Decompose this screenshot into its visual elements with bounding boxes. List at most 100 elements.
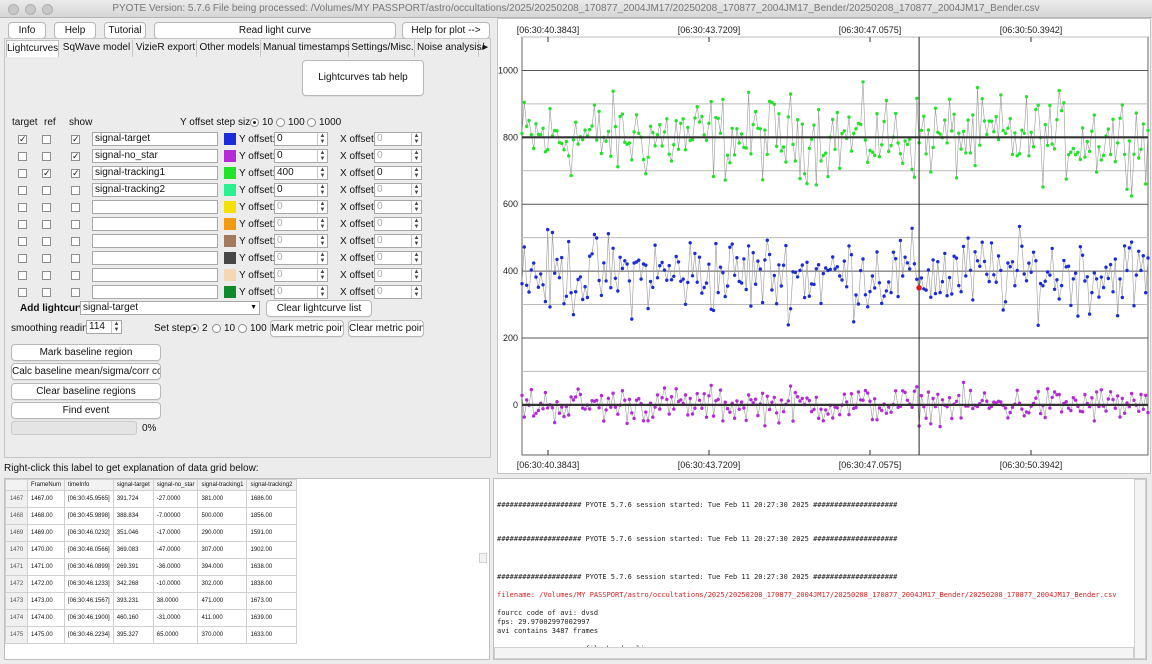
grid-cell[interactable]: -36.0000 — [152, 558, 199, 576]
ref-checkbox[interactable] — [42, 135, 51, 144]
y-offset-stepper[interactable]: 400 ▲ ▼ — [274, 166, 328, 180]
stepper-arrows-icon[interactable]: ▲ ▼ — [411, 150, 421, 162]
grid-cell[interactable]: 1468.00 — [26, 507, 66, 525]
grid-cell[interactable]: 394.000 — [197, 558, 248, 576]
mark-metric-points-button[interactable]: Mark metric points — [270, 320, 344, 337]
target-checkbox[interactable] — [18, 237, 27, 246]
calc-baseline-button[interactable]: Calc baseline mean/sigma/corr coeffs — [11, 363, 161, 380]
log-panel[interactable]: #################### PYOTE 5.7.6 session… — [493, 478, 1147, 660]
row-number[interactable]: 1475 — [5, 626, 28, 644]
show-checkbox[interactable]: ✓ — [71, 135, 80, 144]
tab-manual-timestamps[interactable]: Manual timestamps — [263, 40, 350, 57]
show-checkbox[interactable] — [71, 271, 80, 280]
lightcurve-name-field[interactable] — [92, 268, 218, 282]
target-checkbox[interactable]: ✓ — [18, 135, 27, 144]
grid-cell[interactable]: 1591.00 — [246, 524, 297, 542]
color-swatch[interactable] — [224, 167, 236, 179]
color-swatch[interactable] — [224, 150, 236, 162]
color-swatch[interactable] — [224, 218, 236, 230]
grid-cell[interactable]: -7.00000 — [152, 507, 199, 525]
grid-cell[interactable]: 1475.00 — [26, 626, 66, 644]
grid-cell[interactable]: 395.327 — [112, 626, 154, 644]
stepper-arrows-icon[interactable]: ▲ ▼ — [411, 167, 421, 179]
grid-cell[interactable]: 369.083 — [112, 541, 154, 559]
y-offset-stepper[interactable]: 0 ▲ ▼ — [274, 268, 328, 282]
grid-cell[interactable]: 1469.00 — [26, 524, 66, 542]
stepper-arrows-icon[interactable]: ▲ ▼ — [411, 269, 421, 281]
grid-cell[interactable]: -47.0000 — [152, 541, 199, 559]
stepper-arrows-icon[interactable]: ▲ ▼ — [317, 150, 327, 162]
x-offset-stepper[interactable]: 0 ▲ ▼ — [374, 217, 422, 231]
set-step-100-radio[interactable] — [238, 324, 247, 333]
grid-cell[interactable]: 1856.00 — [246, 507, 297, 525]
target-checkbox[interactable] — [18, 203, 27, 212]
grid-column-header[interactable]: signal-tracking1 — [197, 479, 248, 491]
ref-checkbox[interactable]: ✓ — [42, 169, 51, 178]
grid-cell[interactable]: 342.268 — [112, 575, 154, 593]
table-row[interactable]: 1468 1468.00 [06:30:45.9898] 388.834 -7.0000… — [5, 507, 297, 525]
grid-cell[interactable]: [06:30:46.2234] — [64, 626, 114, 644]
grid-cell[interactable]: -31.0000 — [152, 609, 199, 627]
x-offset-stepper[interactable]: 0 ▲ ▼ — [374, 234, 422, 248]
grid-cell[interactable]: 1638.00 — [246, 558, 297, 576]
lightcurves-tab-help-button[interactable]: Lightcurves tab help — [302, 60, 424, 96]
data-grid[interactable]: FrameNum timeInfo signal-target signal-no_s… — [4, 478, 490, 660]
target-checkbox[interactable] — [18, 254, 27, 263]
grid-cell[interactable]: 391.724 — [112, 490, 154, 508]
lightcurve-name-field[interactable] — [92, 234, 218, 248]
y-offset-stepper[interactable]: 0 ▲ ▼ — [274, 149, 328, 163]
stepper-arrows-icon[interactable]: ▲ ▼ — [317, 235, 327, 247]
x-offset-stepper[interactable]: 0 ▲ ▼ — [374, 132, 422, 146]
step-100-radio[interactable] — [276, 118, 285, 127]
smoothing-readings-stepper[interactable]: 114 ▲ ▼ — [86, 320, 122, 334]
stepper-arrows-icon[interactable]: ▲ ▼ — [411, 201, 421, 213]
lightcurve-name-field[interactable] — [92, 200, 218, 214]
x-offset-stepper[interactable]: 0 ▲ ▼ — [374, 183, 422, 197]
grid-cell[interactable]: -27.0000 — [152, 490, 199, 508]
lightcurve-name-field[interactable]: signal-target — [92, 132, 218, 146]
x-offset-stepper[interactable]: 0 ▲ ▼ — [374, 200, 422, 214]
ref-checkbox[interactable] — [42, 271, 51, 280]
grid-cell[interactable]: -10.0000 — [152, 575, 199, 593]
grid-cell[interactable]: 1472.00 — [26, 575, 66, 593]
lightcurve-name-field[interactable] — [92, 217, 218, 231]
row-number[interactable]: 1471 — [5, 558, 28, 576]
clear-lightcurve-list-button[interactable]: Clear lightcurve list — [266, 300, 372, 317]
show-checkbox[interactable] — [71, 186, 80, 195]
target-checkbox[interactable] — [18, 186, 27, 195]
color-swatch[interactable] — [224, 133, 236, 145]
grid-cell[interactable]: 370.000 — [197, 626, 248, 644]
x-offset-stepper[interactable]: 0 ▲ ▼ — [374, 149, 422, 163]
stepper-arrows-icon[interactable]: ▲ ▼ — [317, 286, 327, 298]
target-checkbox[interactable] — [18, 152, 27, 161]
show-checkbox[interactable]: ✓ — [71, 169, 80, 178]
row-number[interactable]: 1473 — [5, 592, 28, 610]
help-button[interactable]: Help — [54, 22, 96, 39]
target-checkbox[interactable] — [18, 288, 27, 297]
color-swatch[interactable] — [224, 235, 236, 247]
step-1000-radio[interactable] — [307, 118, 316, 127]
grid-cell[interactable]: 302.000 — [197, 575, 248, 593]
row-number[interactable]: 1474 — [5, 609, 28, 627]
show-checkbox[interactable] — [71, 237, 80, 246]
ref-checkbox[interactable] — [42, 203, 51, 212]
grid-cell[interactable]: 1639.00 — [246, 609, 297, 627]
grid-cell[interactable]: [06:30:46.0232] — [64, 524, 114, 542]
stepper-arrows-icon[interactable]: ▲ ▼ — [411, 218, 421, 230]
grid-cell[interactable]: [06:30:46.1900] — [64, 609, 114, 627]
grid-cell[interactable]: [06:30:46.1567] — [64, 592, 114, 610]
info-button[interactable]: Info — [8, 22, 46, 39]
find-event-button[interactable]: Find event — [11, 402, 161, 419]
tab-sqwave-model[interactable]: SqWave model — [61, 40, 133, 57]
stepper-arrows-icon[interactable]: ▲ ▼ — [317, 184, 327, 196]
grid-cell[interactable]: 38.0000 — [152, 592, 199, 610]
show-checkbox[interactable] — [71, 288, 80, 297]
help-for-plot-button[interactable]: Help for plot --> — [402, 22, 490, 39]
row-number[interactable]: 1472 — [5, 575, 28, 593]
row-number[interactable]: 1469 — [5, 524, 28, 542]
grid-cell[interactable]: 381.000 — [197, 490, 248, 508]
grid-cell[interactable]: 411.000 — [197, 609, 248, 627]
grid-scrollbar-arrow-icon[interactable] — [479, 553, 487, 563]
grid-cell[interactable]: 1686.00 — [246, 490, 297, 508]
y-offset-stepper[interactable]: 0 ▲ ▼ — [274, 217, 328, 231]
